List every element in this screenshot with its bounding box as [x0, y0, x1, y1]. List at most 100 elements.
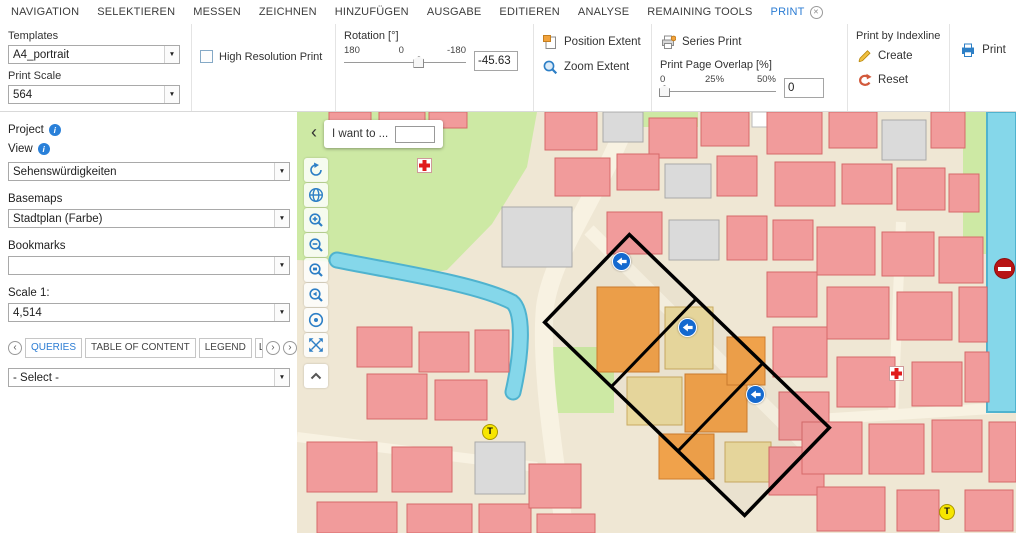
print-scale-dropdown[interactable]: 564	[8, 85, 180, 104]
scale-dropdown[interactable]: 4,514	[8, 303, 290, 322]
panel-tab-legend[interactable]: LEGEND	[199, 338, 252, 358]
position-extent-label: Position Extent	[564, 36, 641, 48]
view-dropdown[interactable]: Sehenswürdigkeiten	[8, 162, 290, 181]
chevron-up-icon	[307, 367, 325, 385]
print-scale-value: 564	[9, 89, 32, 101]
map-view[interactable]: I want to ... T T	[297, 112, 1016, 533]
zoom-out-button[interactable]	[304, 233, 328, 257]
one-way-marker	[746, 385, 765, 404]
chevron-down-icon[interactable]	[164, 86, 179, 103]
main-area: Project View Sehenswürdigkeiten Basemaps…	[0, 112, 1016, 533]
series-print-label: Series Print	[682, 36, 741, 48]
view-label: View	[8, 143, 33, 155]
rotate-map-button[interactable]	[304, 158, 328, 182]
zoom-in-button[interactable]	[304, 208, 328, 232]
position-extent-button[interactable]: Position Extent	[542, 34, 643, 50]
info-icon[interactable]	[38, 143, 50, 155]
sidebar-collapse-button[interactable]	[307, 122, 321, 144]
chevron-down-icon[interactable]	[274, 257, 289, 274]
chevron-down-icon[interactable]	[164, 46, 179, 63]
taxi-marker-label: T	[944, 506, 950, 517]
tab-navigation[interactable]: NAVIGATION	[2, 0, 88, 24]
query-select-dropdown[interactable]: - Select -	[8, 368, 290, 387]
panel-tab-truncated[interactable]: L	[255, 338, 263, 358]
rotation-slider-track[interactable]	[344, 62, 466, 63]
chevron-down-icon[interactable]	[274, 304, 289, 321]
zoom-window-icon	[307, 261, 325, 279]
chevron-down-icon[interactable]	[274, 369, 289, 386]
tab-remaining-tools[interactable]: REMAINING TOOLS	[638, 0, 761, 24]
tab-zeichnen[interactable]: ZEICHNEN	[250, 0, 326, 24]
high-res-checkbox[interactable]	[200, 50, 213, 63]
indexline-reset-button[interactable]: Reset	[856, 72, 941, 88]
tab-print[interactable]: PRINT	[762, 0, 832, 24]
left-arrow-icon	[680, 320, 695, 335]
close-icon[interactable]	[810, 6, 823, 19]
overlap-slider-handle[interactable]	[659, 85, 670, 97]
rotation-slider[interactable]: 180 0 -180	[344, 45, 466, 77]
basemaps-dropdown[interactable]: Stadtplan (Farbe)	[8, 209, 290, 228]
print-button[interactable]: Print	[958, 42, 1008, 58]
i-want-to-widget[interactable]: I want to ...	[324, 120, 443, 148]
i-want-to-label: I want to ...	[332, 128, 388, 140]
pencil-icon	[856, 48, 872, 64]
bookmarks-dropdown[interactable]	[8, 256, 290, 275]
print-group: Print	[950, 24, 1016, 111]
tab-messen[interactable]: MESSEN	[184, 0, 250, 24]
i-want-to-input[interactable]	[395, 126, 435, 143]
sidebar-panel: Project View Sehenswürdigkeiten Basemaps…	[0, 112, 297, 533]
ribbon-tabbar: NAVIGATION SELEKTIEREN MESSEN ZEICHNEN H…	[0, 0, 1016, 24]
high-res-group: High Resolution Print	[192, 24, 336, 111]
center-map-button[interactable]	[304, 308, 328, 332]
panel-tabs-scroll-right-button[interactable]	[266, 341, 280, 355]
indexline-label: Print by Indexline	[856, 30, 941, 42]
zoom-out-icon	[307, 236, 325, 254]
high-res-label: High Resolution Print	[219, 51, 322, 63]
no-entry-bar	[998, 267, 1011, 271]
red-cross-marker	[417, 158, 432, 173]
panel-tabs-more-button[interactable]	[283, 341, 297, 355]
one-way-marker	[612, 252, 631, 271]
overlap-value-input[interactable]	[784, 78, 824, 98]
templates-dropdown[interactable]: A4_portrait	[8, 45, 180, 64]
zoom-window-button[interactable]	[304, 258, 328, 282]
series-print-button[interactable]: Series Print	[660, 34, 839, 50]
panel-tabs-scroll-left-button[interactable]	[8, 341, 22, 355]
toolbar-collapse-button[interactable]	[304, 364, 328, 388]
zoom-extent-button[interactable]: Zoom Extent	[542, 59, 643, 75]
rotation-max-label: -180	[447, 45, 466, 56]
chevron-down-icon[interactable]	[274, 210, 289, 227]
indexline-create-button[interactable]: Create	[856, 48, 941, 64]
project-label: Project	[8, 124, 44, 136]
overlap-slider-track[interactable]	[660, 91, 776, 92]
zoom-extent-label: Zoom Extent	[564, 61, 629, 73]
tab-ausgabe[interactable]: AUSGABE	[418, 0, 491, 24]
full-extent-icon	[307, 336, 325, 354]
info-icon[interactable]	[49, 124, 61, 136]
print-scale-label: Print Scale	[8, 70, 183, 82]
panel-tab-queries[interactable]: QUERIES	[25, 338, 82, 358]
zoom-previous-button[interactable]	[304, 283, 328, 307]
tab-analyse[interactable]: ANALYSE	[569, 0, 638, 24]
overlap-max-label: 50%	[757, 74, 776, 85]
globe-button[interactable]	[304, 183, 328, 207]
panel-tab-table-of-content[interactable]: TABLE OF CONTENT	[85, 338, 196, 358]
tab-hinzufuegen[interactable]: HINZUFÜGEN	[326, 0, 418, 24]
no-entry-marker	[994, 258, 1015, 279]
undo-arrow-icon	[856, 72, 872, 88]
full-extent-button[interactable]	[304, 333, 328, 357]
chevron-down-icon[interactable]	[274, 163, 289, 180]
rotation-group: Rotation [°] 180 0 -180	[336, 24, 534, 111]
indexline-reset-label: Reset	[878, 74, 908, 86]
taxi-marker: T	[939, 504, 955, 520]
position-extent-icon	[542, 34, 558, 50]
tab-editieren[interactable]: EDITIEREN	[490, 0, 568, 24]
tab-selektieren[interactable]: SELEKTIEREN	[88, 0, 184, 24]
rotation-slider-handle[interactable]	[413, 56, 424, 68]
overlap-slider[interactable]: 0 25% 50%	[660, 74, 776, 104]
map-canvas	[297, 112, 1016, 533]
series-print-group: Series Print Print Page Overlap [%] 0 25…	[652, 24, 848, 111]
basemaps-value: Stadtplan (Farbe)	[9, 213, 103, 225]
high-res-checkbox-row[interactable]: High Resolution Print	[200, 50, 327, 63]
rotation-value-input[interactable]	[474, 51, 518, 71]
